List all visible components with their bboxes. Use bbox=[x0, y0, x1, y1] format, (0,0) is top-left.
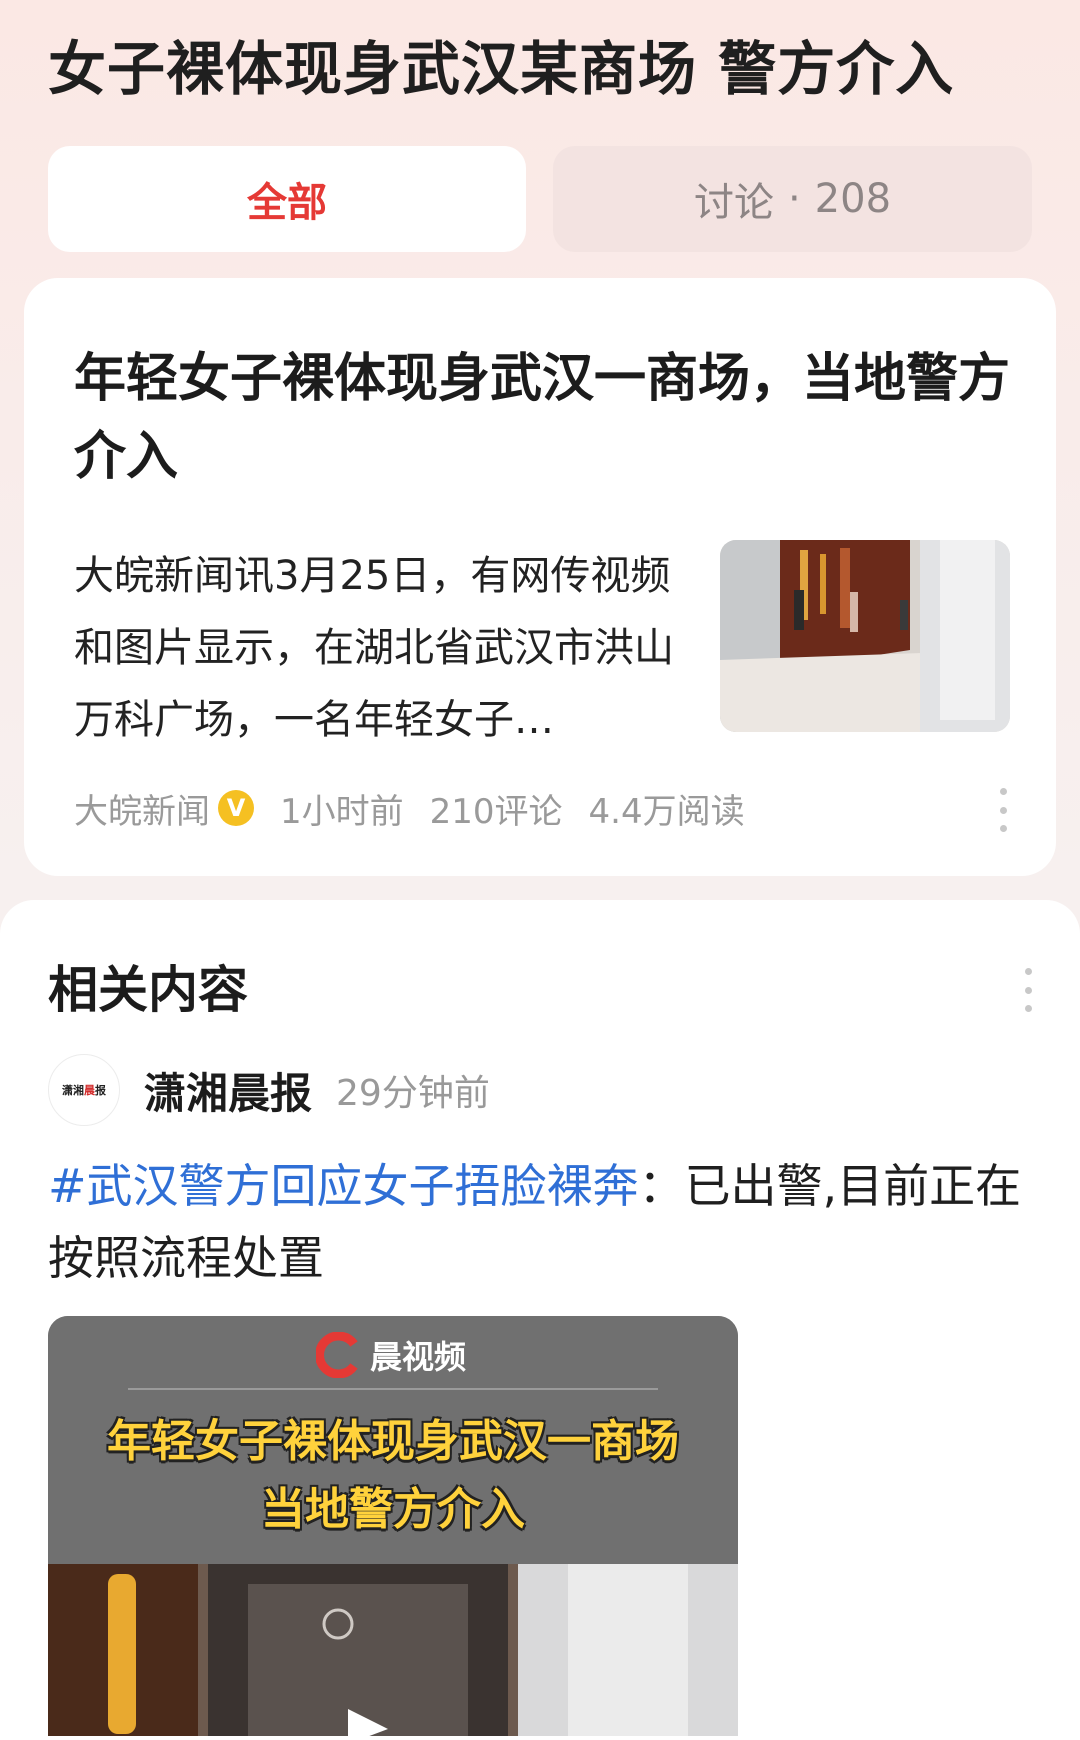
brand-logo-icon bbox=[316, 1332, 358, 1378]
article-source[interactable]: 大皖新闻 bbox=[74, 784, 210, 833]
video-brand: 晨视频 bbox=[316, 1328, 466, 1382]
source-logo-text-accent: 晨 bbox=[84, 1084, 95, 1097]
video-caption-line1: 年轻女子裸体现身武汉一商场 bbox=[107, 1416, 679, 1467]
related-section: 相关内容 潇湘 晨 报 潇湘晨报 29分钟前 #武汉警方回应女子捂脸裸奔：已出警… bbox=[0, 900, 1080, 1740]
video-brand-name: 晨视频 bbox=[370, 1338, 467, 1376]
article-meta: 大皖新闻 V 1小时前 210评论 4.4万阅读 bbox=[74, 780, 745, 836]
related-post-time: 29分钟前 bbox=[336, 1073, 490, 1114]
article-title[interactable]: 年轻女子裸体现身武汉一商场，当地警方介入 bbox=[74, 340, 1024, 496]
mall-photo-image bbox=[720, 540, 1010, 732]
tab-separator: · bbox=[787, 176, 801, 222]
video-frame bbox=[48, 1564, 738, 1736]
video-header: 晨视频 年轻女子裸体现身武汉一商场 当地警方介入 bbox=[48, 1316, 738, 1564]
more-options-icon[interactable] bbox=[997, 788, 1009, 832]
hashtag-link[interactable]: #武汉警方回应女子捂脸裸奔 bbox=[48, 1159, 639, 1213]
video-divider bbox=[128, 1388, 658, 1390]
tab-discussion[interactable]: 讨论 · 208 bbox=[553, 146, 1032, 252]
topic-title: 女子裸体现身武汉某商场 警方介入 bbox=[48, 35, 955, 103]
related-section-title: 相关内容 bbox=[48, 961, 248, 1019]
tab-all[interactable]: 全部 bbox=[48, 146, 526, 252]
post-colon: ： bbox=[638, 1159, 685, 1213]
video-caption: 年轻女子裸体现身武汉一商场 当地警方介入 bbox=[48, 1408, 738, 1544]
video-caption-line2: 当地警方介入 bbox=[261, 1484, 525, 1535]
tab-all-label: 全部 bbox=[247, 180, 327, 226]
more-options-icon[interactable] bbox=[1022, 968, 1034, 1012]
related-source-name[interactable]: 潇湘晨报 bbox=[144, 1060, 312, 1121]
article-time: 1小时前 bbox=[280, 791, 404, 832]
verified-badge-icon: V bbox=[218, 790, 254, 826]
tab-discussion-label: 讨论 bbox=[693, 180, 774, 226]
related-post-text[interactable]: #武汉警方回应女子捂脸裸奔：已出警,目前正在按照流程处置 bbox=[48, 1150, 1038, 1294]
tab-discussion-count: 208 bbox=[814, 176, 892, 222]
related-source-row[interactable]: 潇湘 晨 报 潇湘晨报 29分钟前 bbox=[48, 1050, 490, 1130]
tab-bar: 全部 讨论 · 208 bbox=[48, 146, 1032, 252]
article-card[interactable]: 年轻女子裸体现身武汉一商场，当地警方介入 大皖新闻讯3月25日，有网传视频和图片… bbox=[24, 278, 1056, 876]
video-still-image bbox=[48, 1564, 738, 1736]
article-reads: 4.4万阅读 bbox=[588, 791, 745, 832]
article-thumbnail[interactable] bbox=[720, 540, 1010, 732]
article-summary[interactable]: 大皖新闻讯3月25日，有网传视频和图片显示，在湖北省武汉市洪山万科广场，一名年轻… bbox=[74, 540, 674, 756]
video-player[interactable]: 晨视频 年轻女子裸体现身武汉一商场 当地警方介入 bbox=[48, 1316, 738, 1736]
article-comments[interactable]: 210评论 bbox=[430, 784, 563, 833]
source-logo-text: 潇湘 bbox=[62, 1084, 84, 1097]
source-avatar[interactable]: 潇湘 晨 报 bbox=[48, 1054, 120, 1126]
source-logo-text-end: 报 bbox=[95, 1084, 106, 1097]
topic-page: 女子裸体现身武汉某商场 警方介入 全部 讨论 · 208 年轻女子裸体现身武汉一… bbox=[0, 0, 1080, 1740]
